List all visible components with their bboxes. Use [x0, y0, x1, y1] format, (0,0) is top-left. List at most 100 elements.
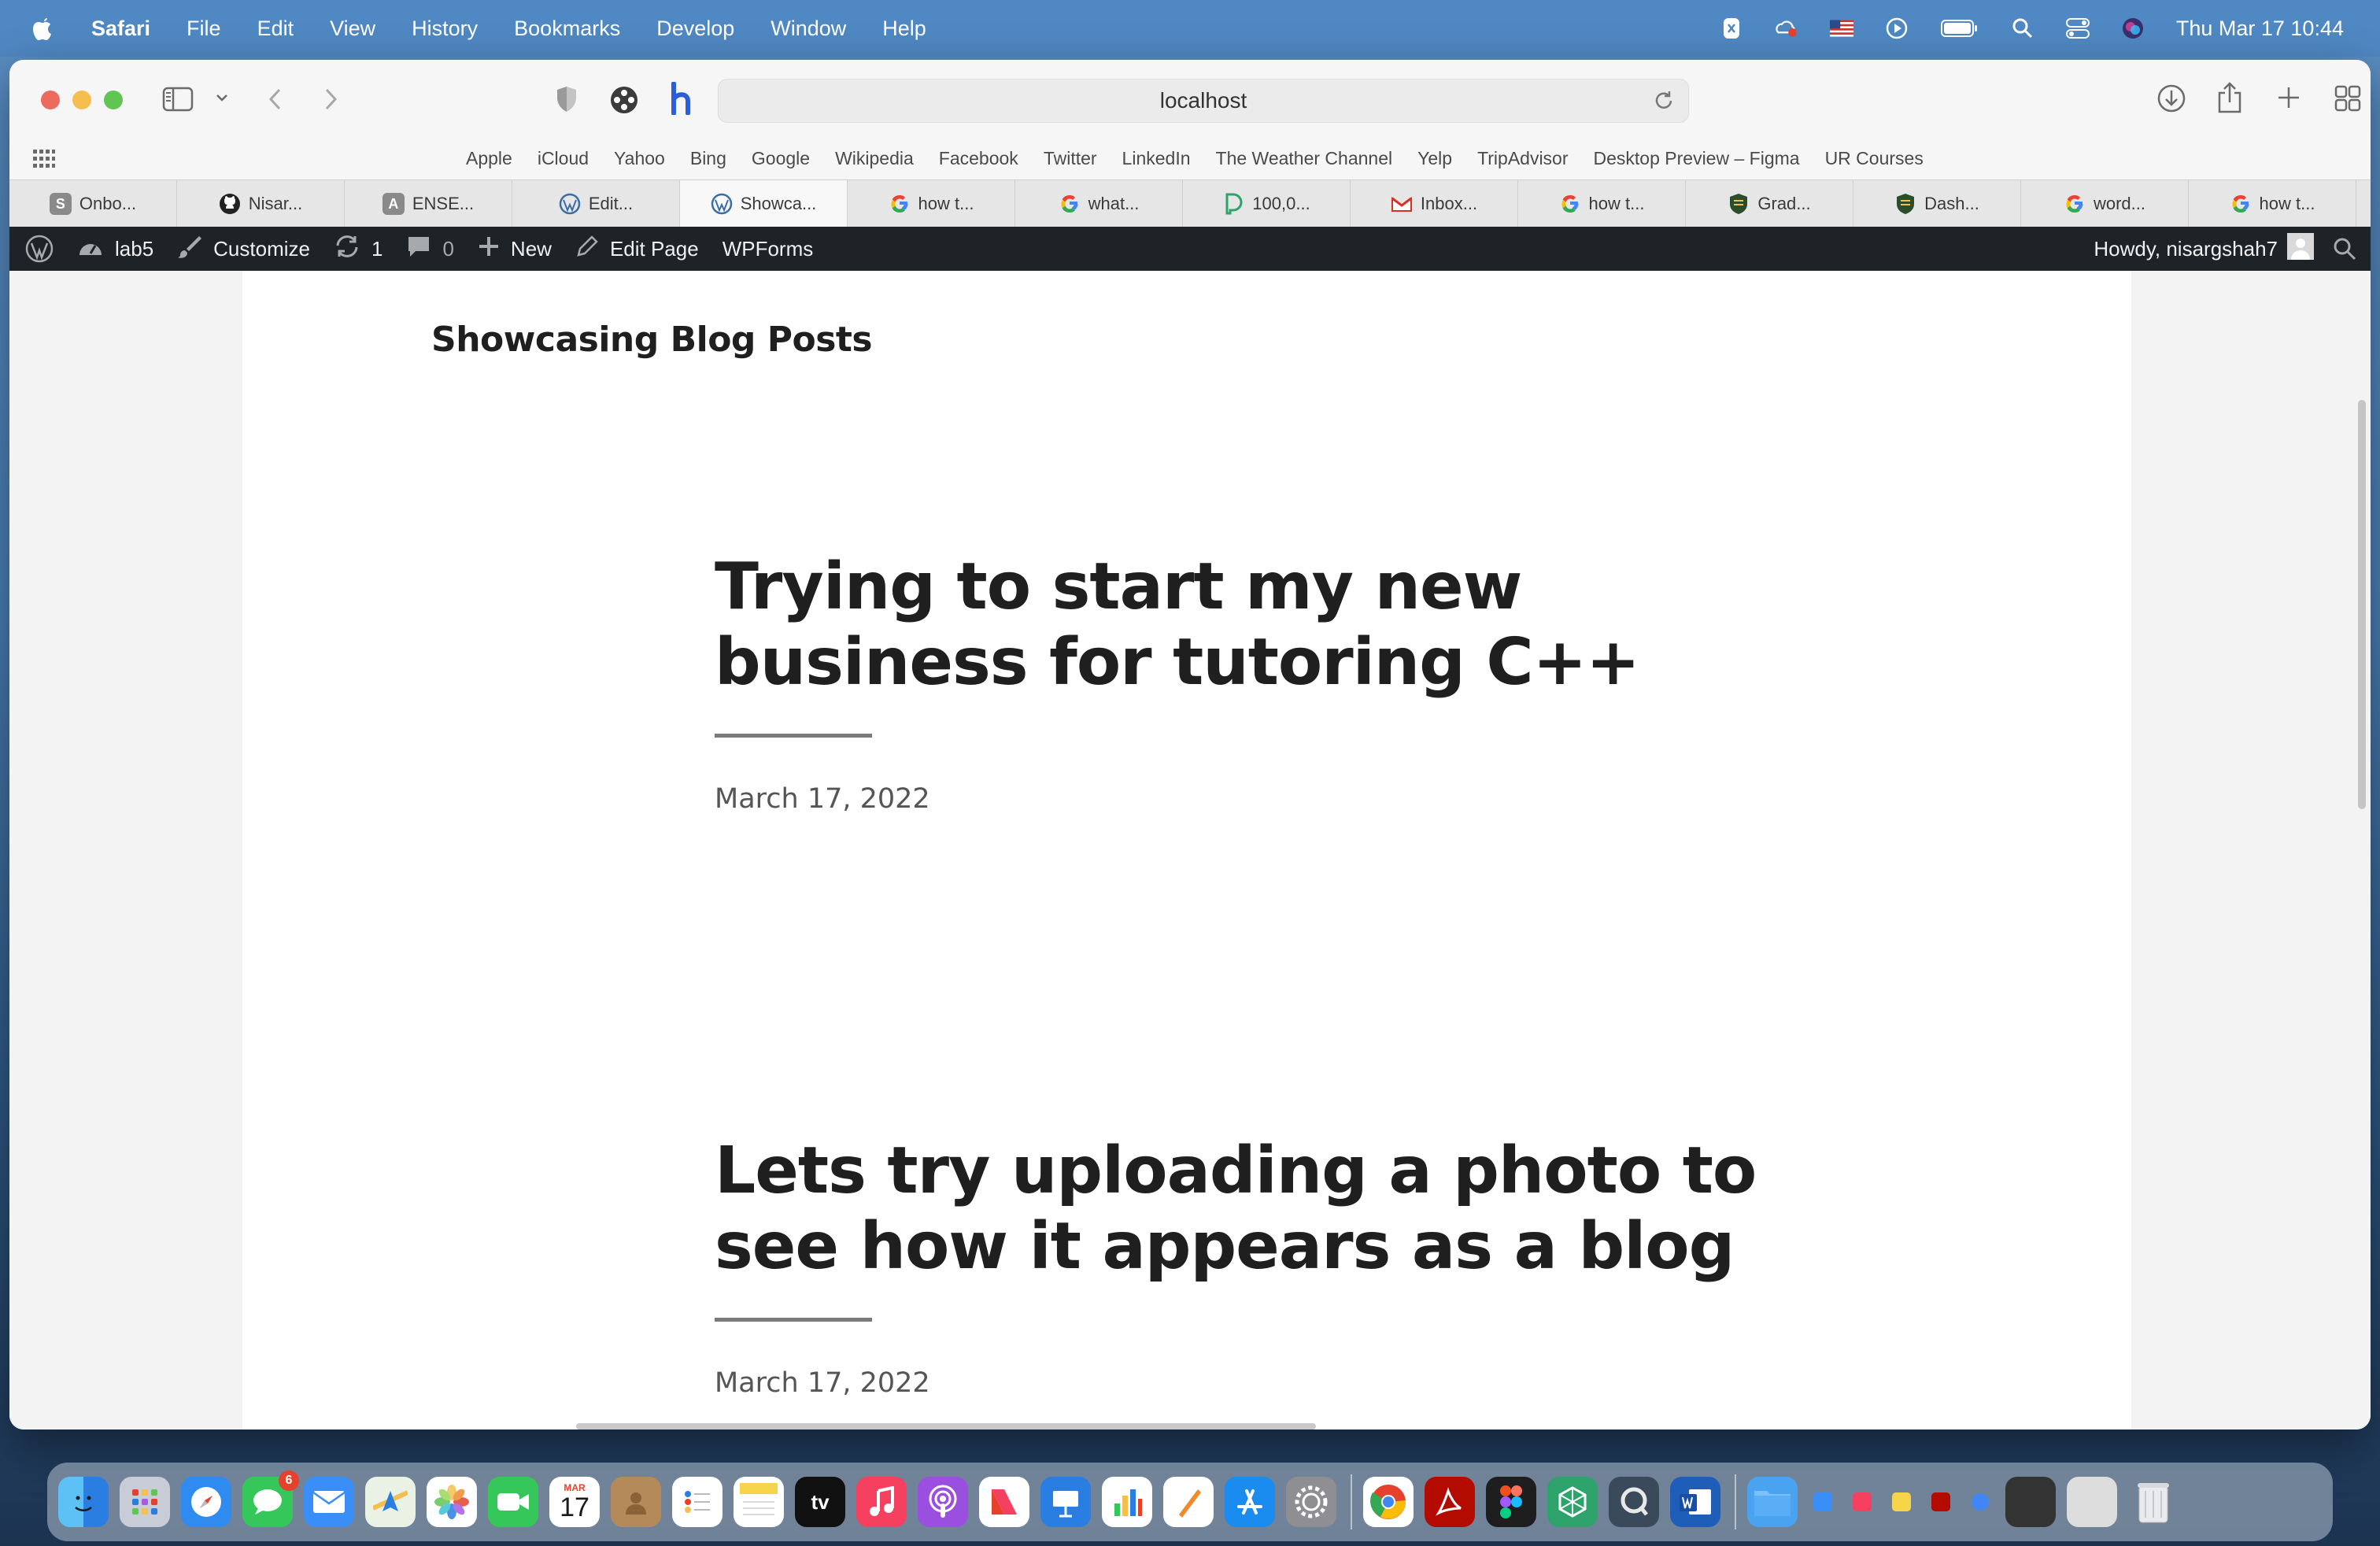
tab-overview-icon[interactable]	[2334, 85, 2361, 112]
horizontal-scrollbar[interactable]	[576, 1423, 1316, 1429]
figma-icon[interactable]	[1486, 1477, 1536, 1527]
apple-menu-icon[interactable]	[31, 15, 55, 42]
back-arrow-icon[interactable]	[266, 87, 285, 112]
minimized-acrobat-icon[interactable]	[1927, 1477, 1955, 1527]
browser-tab[interactable]: A ENSE...	[345, 180, 512, 227]
browser-tab[interactable]: Edit...	[512, 180, 680, 227]
new-tab-plus-icon[interactable]	[2276, 85, 2301, 110]
control-center-icon[interactable]	[2065, 17, 2090, 40]
favorite-link[interactable]: Desktop Preview – Figma	[1594, 148, 1800, 169]
favorite-link[interactable]: Google	[752, 148, 810, 169]
battery-icon[interactable]	[1940, 17, 1979, 40]
comments-link[interactable]: 0	[406, 235, 454, 264]
mail-icon[interactable]	[304, 1477, 354, 1527]
favorite-link[interactable]: TripAdvisor	[1477, 148, 1568, 169]
vertical-scrollbar[interactable]	[2358, 400, 2366, 809]
browser-tab[interactable]: how t...	[2189, 180, 2356, 227]
music-icon[interactable]	[856, 1477, 907, 1527]
extension-icon[interactable]	[609, 85, 639, 115]
favorite-link[interactable]: Twitter	[1044, 148, 1097, 169]
favorite-link[interactable]: Yelp	[1417, 148, 1452, 169]
photos-icon[interactable]	[427, 1477, 477, 1527]
window-minimize-button[interactable]	[72, 91, 91, 109]
forward-arrow-icon[interactable]	[321, 87, 340, 112]
menu-file[interactable]: File	[187, 17, 221, 41]
updates-link[interactable]: 1	[334, 235, 382, 264]
admin-search-icon[interactable]	[2333, 237, 2356, 261]
customize-link[interactable]: Customize	[177, 234, 310, 264]
spotlight-search-icon[interactable]	[2011, 17, 2034, 40]
menu-history[interactable]: History	[412, 17, 478, 41]
menu-edit[interactable]: Edit	[257, 17, 294, 41]
favorites-grid-icon[interactable]	[33, 150, 55, 173]
address-bar[interactable]: localhost	[718, 79, 1689, 123]
trash-icon[interactable]	[2128, 1477, 2179, 1527]
post-date[interactable]: March 17, 2022	[715, 1367, 1816, 1399]
minimized-window-thumbnail[interactable]	[2067, 1477, 2117, 1527]
wpforms-link[interactable]: WPForms	[722, 237, 814, 261]
reminders-icon[interactable]	[672, 1477, 722, 1527]
apple-tv-icon[interactable]: tv	[795, 1477, 845, 1527]
post-title[interactable]: Lets try uploading a photo to see how it…	[715, 1134, 1816, 1285]
browser-tab[interactable]: how t...	[1518, 180, 1686, 227]
notes-icon[interactable]	[734, 1477, 784, 1527]
minimized-chrome-icon[interactable]	[1966, 1477, 1994, 1527]
maps-icon[interactable]	[365, 1477, 416, 1527]
privacy-shield-icon[interactable]	[554, 85, 579, 113]
post-title[interactable]: Trying to start my new business for tuto…	[715, 549, 1816, 701]
quicktime-icon[interactable]	[1609, 1477, 1659, 1527]
honey-extension-icon[interactable]	[667, 82, 694, 115]
finder-icon[interactable]	[58, 1477, 109, 1527]
favorite-link[interactable]: Yahoo	[614, 148, 665, 169]
acrobat-icon[interactable]	[1425, 1477, 1475, 1527]
menu-develop[interactable]: Develop	[656, 17, 734, 41]
edit-page-link[interactable]: Edit Page	[575, 235, 699, 264]
browser-tab[interactable]: Showca...	[680, 180, 848, 227]
calendar-icon[interactable]: MAR 17	[549, 1477, 600, 1527]
my-account-link[interactable]: Howdy, nisargshah7	[2094, 232, 2314, 265]
new-content-link[interactable]: New	[478, 235, 552, 263]
facetime-icon[interactable]	[488, 1477, 538, 1527]
app-store-icon[interactable]	[1225, 1477, 1275, 1527]
window-zoom-button[interactable]	[104, 91, 123, 109]
favorite-link[interactable]: Facebook	[939, 148, 1018, 169]
window-close-button[interactable]	[41, 91, 60, 109]
news-icon[interactable]	[979, 1477, 1029, 1527]
contacts-icon[interactable]	[611, 1477, 661, 1527]
browser-tab[interactable]: how t...	[848, 180, 1015, 227]
downloads-folder-icon[interactable]	[1747, 1477, 1798, 1527]
numbers-icon[interactable]	[1102, 1477, 1152, 1527]
pages-icon[interactable]	[1163, 1477, 1214, 1527]
post-date[interactable]: March 17, 2022	[715, 783, 1816, 815]
favorite-link[interactable]: Apple	[466, 148, 512, 169]
favorite-link[interactable]: iCloud	[538, 148, 589, 169]
wordpress-logo-icon[interactable]	[25, 235, 54, 263]
favorite-link[interactable]: The Weather Channel	[1216, 148, 1393, 169]
browser-tab[interactable]: S Onbo...	[9, 180, 177, 227]
podcasts-icon[interactable]	[918, 1477, 968, 1527]
messages-icon[interactable]: 6	[242, 1470, 299, 1527]
sidebar-chevron-down-icon[interactable]	[216, 93, 228, 102]
chrome-icon[interactable]	[1363, 1477, 1414, 1527]
minimized-notes-icon[interactable]	[1887, 1477, 1916, 1527]
browser-tab[interactable]: Inbox...	[1351, 180, 1518, 227]
menubar-clock[interactable]: Thu Mar 17 10:44	[2176, 17, 2344, 41]
minimized-music-icon[interactable]	[1848, 1477, 1876, 1527]
safari-icon[interactable]	[181, 1477, 231, 1527]
word-icon[interactable]	[1670, 1477, 1720, 1527]
browser-tab[interactable]: what...	[1015, 180, 1183, 227]
favorite-link[interactable]: Bing	[690, 148, 726, 169]
share-icon[interactable]	[2216, 82, 2243, 113]
menu-view[interactable]: View	[330, 17, 375, 41]
menu-window[interactable]: Window	[771, 17, 846, 41]
close-app-status-icon[interactable]	[1720, 17, 1743, 40]
keynote-icon[interactable]	[1040, 1477, 1091, 1527]
browser-tab[interactable]: Grad...	[1686, 180, 1853, 227]
siri-icon[interactable]	[2121, 17, 2145, 40]
menu-help[interactable]: Help	[882, 17, 926, 41]
menu-bookmarks[interactable]: Bookmarks	[514, 17, 620, 41]
vpn-app-icon[interactable]	[1547, 1477, 1598, 1527]
menu-app-name[interactable]: Safari	[91, 17, 150, 41]
browser-tab[interactable]: Dash...	[1853, 180, 2021, 227]
site-name-link[interactable]: lab5	[77, 235, 153, 264]
